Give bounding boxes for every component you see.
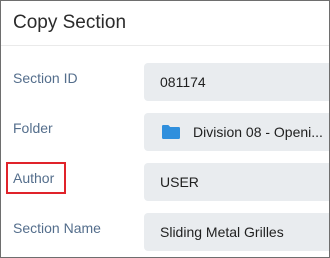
folder-icon bbox=[162, 125, 180, 139]
section-id-field[interactable]: 081174 bbox=[144, 63, 329, 101]
section-id-label: Section ID bbox=[13, 70, 78, 86]
section-name-label: Section Name bbox=[13, 220, 101, 236]
folder-field[interactable]: Division 08 - Openi... bbox=[144, 113, 329, 151]
dialog-title: Copy Section bbox=[13, 12, 127, 33]
folder-label: Folder bbox=[13, 120, 53, 136]
section-name-value: Sliding Metal Grilles bbox=[160, 224, 284, 240]
section-id-value: 081174 bbox=[160, 74, 206, 90]
author-field[interactable]: USER bbox=[144, 163, 329, 201]
author-label: Author bbox=[13, 170, 55, 186]
author-value: USER bbox=[160, 174, 199, 190]
folder-value: Division 08 - Openi... bbox=[193, 124, 323, 140]
section-name-field[interactable]: Sliding Metal Grilles bbox=[144, 213, 329, 251]
title-divider bbox=[1, 45, 329, 46]
copy-section-dialog: Copy Section Section ID 081174 Folder Di… bbox=[0, 0, 330, 258]
